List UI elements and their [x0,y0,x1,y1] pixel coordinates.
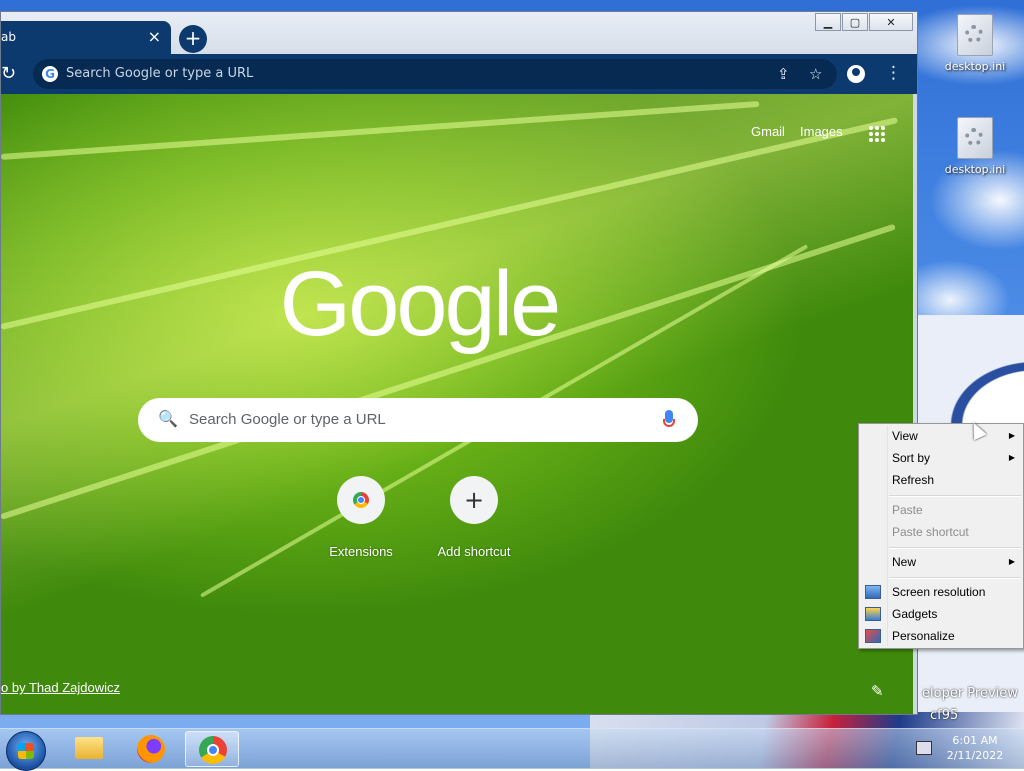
new-tab-page: Gmail Images Google 🔍 Search Google or t… [1,94,913,714]
google-g-icon: G [42,66,58,82]
shortcut-tile [337,476,385,524]
desktop-icon-desktop-ini[interactable]: desktop.ini [940,117,1010,176]
menu-item-label: Screen resolution [892,585,986,599]
tab-close-icon[interactable]: × [148,27,161,46]
menu-item-view[interactable]: View ▶ [859,425,1023,447]
gmail-link[interactable]: Gmail [751,124,785,139]
address-bar-placeholder: Search Google or type a URL [66,66,254,81]
menu-item-label: New [892,555,917,569]
taskbar-clock[interactable]: 6:01 AM 2/11/2022 [940,733,1010,763]
menu-icon[interactable]: ⋮ [885,63,902,83]
desktop-icon-desktop-ini[interactable]: desktop.ini [940,14,1010,73]
taskbar-file-explorer[interactable] [60,731,114,767]
address-bar[interactable]: G Search Google or type a URL ⇪ ☆ [33,59,837,89]
menu-item-paste-shortcut: Paste shortcut [859,521,1023,543]
tab-new-tab[interactable]: ab × [1,21,171,55]
menu-separator [889,495,1021,497]
tab-title: ab [1,30,16,44]
chrome-icon [199,736,227,764]
menu-item-label: Gadgets [892,607,938,621]
browser-toolbar: ↻ G Search Google or type a URL ⇪ ☆ ⋮ [1,54,917,94]
file-explorer-icon [75,737,103,759]
plus-icon: + [463,486,485,514]
menu-item-label: Refresh [892,473,935,487]
wallpaper-text: eloper Preview [922,686,1018,701]
menu-item-refresh[interactable]: Refresh [859,469,1023,491]
shortcut-extensions[interactable]: Extensions [301,476,421,559]
start-button[interactable] [6,731,46,771]
menu-separator [889,577,1021,579]
profile-icon[interactable] [847,65,865,83]
images-link[interactable]: Images [800,124,843,139]
maximize-button[interactable]: ▢ [842,13,868,31]
wallpaper-text: cf95 [930,708,959,723]
search-placeholder: Search Google or type a URL [189,411,386,428]
menu-item-gadgets[interactable]: Gadgets [859,603,1023,625]
menu-item-sort-by[interactable]: Sort by ▶ [859,447,1023,469]
share-icon[interactable]: ⇪ [777,65,790,83]
star-icon[interactable]: ☆ [809,65,822,83]
new-tab-button[interactable]: + [179,25,207,53]
minimize-button[interactable]: ▁ [815,13,841,31]
settings-file-icon [957,14,993,56]
apps-grid-icon[interactable] [869,126,885,142]
microphone-icon[interactable] [663,410,675,427]
chrome-window: ab × + ▁ ▢ ✕ ↻ G Search Google or type a… [0,11,918,715]
personalize-icon [865,629,881,643]
chrome-icon [353,492,369,508]
clock-time: 6:01 AM [952,734,998,747]
menu-item-label: Paste shortcut [892,525,969,539]
monitor-icon [865,585,881,599]
leaf-vein [1,100,760,160]
submenu-arrow-icon: ▶ [1008,431,1015,440]
menu-item-personalize[interactable]: Personalize [859,625,1023,647]
taskbar: 6:01 AM 2/11/2022 [0,728,1024,771]
menu-item-screen-resolution[interactable]: Screen resolution [859,581,1023,603]
photo-credit-link[interactable]: o by Thad Zajdowicz [1,680,120,695]
desktop-icon-label: desktop.ini [944,60,1006,73]
clock-date: 2/11/2022 [946,749,1004,762]
gadgets-icon [865,607,881,621]
network-icon[interactable] [916,741,932,755]
taskbar-chrome[interactable] [185,731,239,767]
google-logo: Google [279,253,562,355]
menu-item-paste: Paste [859,499,1023,521]
menu-item-label: View [892,429,918,443]
reload-icon[interactable]: ↻ [1,63,16,84]
shortcut-label: Add shortcut [437,544,511,559]
menu-separator [889,547,1021,549]
shortcut-tile: + [450,476,498,524]
shortcut-label: Extensions [329,544,393,559]
customize-pencil-icon[interactable]: ✎ [871,682,884,700]
menu-item-label: Paste [892,503,923,517]
firefox-icon [137,735,165,763]
taskbar-firefox[interactable] [124,731,178,767]
menu-item-label: Personalize [892,629,955,643]
title-bar[interactable]: ab × + ▁ ▢ ✕ [1,12,917,55]
desktop-icon-label: desktop.ini [944,163,1006,176]
submenu-arrow-icon: ▶ [1008,557,1015,566]
menu-item-label: Sort by [892,451,931,465]
desktop-context-menu: View ▶ Sort by ▶ Refresh Paste Paste sho… [858,423,1024,649]
shortcut-add[interactable]: + Add shortcut [414,476,534,559]
search-box[interactable]: 🔍 Search Google or type a URL [138,398,698,442]
menu-item-new[interactable]: New ▶ [859,551,1023,573]
search-icon: 🔍 [158,409,178,428]
close-window-button[interactable]: ✕ [869,13,913,31]
submenu-arrow-icon: ▶ [1008,453,1015,462]
settings-file-icon [957,117,993,159]
